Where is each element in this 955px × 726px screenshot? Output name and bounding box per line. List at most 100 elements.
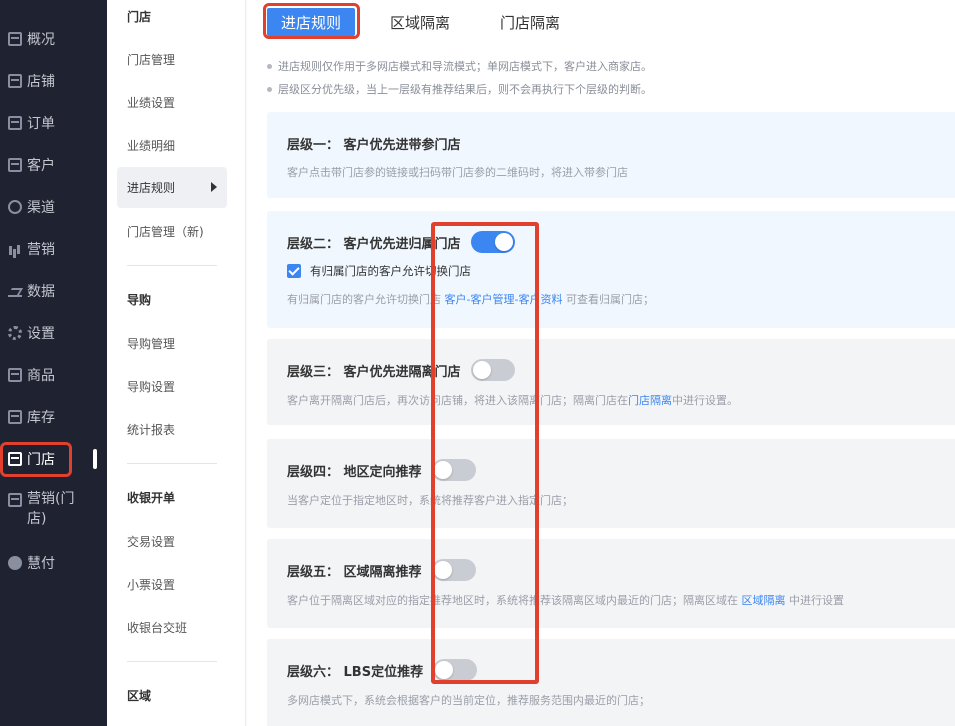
bullet-icon bbox=[267, 86, 272, 92]
divider bbox=[127, 661, 217, 662]
nav-item-data[interactable]: 数据 bbox=[0, 270, 107, 312]
allow-switch-store-checkbox[interactable] bbox=[287, 264, 301, 278]
sub-item-guide-manage[interactable]: 导购管理 bbox=[127, 335, 175, 352]
level-toggle-switch[interactable] bbox=[431, 459, 476, 481]
level-card-6: 层级六： LBS定位推荐 多网店模式下，系统会根据客户的当前定位，推荐服务范围内… bbox=[267, 639, 955, 726]
nav-label: 店铺 bbox=[27, 74, 55, 90]
sub-item-guide-settings[interactable]: 导购设置 bbox=[127, 378, 175, 395]
order-icon bbox=[8, 116, 22, 130]
level-toggle-switch[interactable] bbox=[431, 559, 476, 581]
channel-icon bbox=[8, 200, 22, 214]
dashboard-icon bbox=[8, 32, 22, 46]
level-desc: 多网店模式下，系统会根据客户的当前定位，推荐服务范围内最近的门店； bbox=[287, 694, 650, 707]
sub-item-stats-report[interactable]: 统计报表 bbox=[127, 421, 175, 438]
nav-label: 数据 bbox=[27, 284, 55, 300]
store-icon bbox=[8, 452, 22, 466]
nav-item-channel[interactable]: 渠道 bbox=[0, 186, 107, 228]
sub-item-store-manage-new[interactable]: 门店管理（新) bbox=[127, 223, 204, 240]
shop-icon bbox=[8, 74, 22, 88]
caret-right-icon bbox=[211, 182, 217, 192]
tab-entry-rules[interactable]: 进店规则 bbox=[267, 8, 356, 36]
nav-label: 门店 bbox=[27, 452, 55, 468]
active-indicator bbox=[93, 449, 97, 469]
desc-text: 客户离开隔离门店后，再次访问店铺，将进入该隔离门店；隔离门店在 bbox=[287, 394, 628, 407]
nav-item-pay[interactable]: 慧付 bbox=[0, 542, 107, 584]
level-desc: 客户离开隔离门店后，再次访问店铺，将进入该隔离门店；隔离门店在门店隔离中进行设置… bbox=[287, 392, 738, 408]
section-store: 门店 bbox=[127, 10, 152, 24]
level-title: 层级五： 区域隔离推荐 bbox=[287, 564, 422, 580]
toggle-knob bbox=[433, 561, 452, 579]
tab-region-isolation[interactable]: 区域隔离 bbox=[390, 8, 450, 36]
nav-item-store[interactable]: 门店 bbox=[0, 438, 107, 480]
nav-label: 慧付 bbox=[27, 556, 55, 572]
sub-item-cashier-shift[interactable]: 收银台交班 bbox=[127, 619, 187, 636]
level-toggle-switch[interactable] bbox=[470, 359, 515, 381]
desc-text: 客户位于隔离区域对应的指定推荐地区时，系统将推荐该隔离区域内最近的门店；隔离区域… bbox=[287, 594, 742, 607]
nav-label: 商品 bbox=[27, 368, 55, 384]
tab-store-isolation[interactable]: 门店隔离 bbox=[500, 8, 560, 36]
store-marketing-icon bbox=[8, 493, 22, 507]
nav-item-marketing[interactable]: 营销 bbox=[0, 228, 107, 270]
desc-text: 有归属门店的客户允许切换门店 bbox=[287, 293, 445, 306]
nav-label-line: 店) bbox=[27, 511, 47, 527]
nav-label: 概况 bbox=[27, 32, 55, 48]
region-isolation-link[interactable]: 区域隔离 bbox=[742, 594, 786, 607]
nav-label: 设置 bbox=[27, 326, 55, 342]
bullet-icon bbox=[267, 63, 272, 69]
goods-icon bbox=[8, 368, 22, 382]
customer-profile-link[interactable]: 客户-客户管理-客户资料 bbox=[445, 293, 563, 306]
nav-label: 渠道 bbox=[27, 200, 55, 216]
note-line: 进店规则仅作用于多网店模式和导流模式；单网店模式下，客户进入商家店。 bbox=[267, 58, 652, 74]
nav-item-stock[interactable]: 库存 bbox=[0, 396, 107, 438]
desc-text: 中进行设置 bbox=[785, 594, 844, 607]
note-line: 层级区分优先级，当上一层级有推荐结果后，则不会再执行下个层级的判断。 bbox=[267, 81, 652, 97]
nav-item-order[interactable]: 订单 bbox=[0, 102, 107, 144]
section-guide: 导购 bbox=[127, 293, 152, 307]
sub-item-receipt-settings[interactable]: 小票设置 bbox=[127, 576, 175, 593]
sub-item-store-manage[interactable]: 门店管理 bbox=[127, 51, 175, 68]
toggle-knob bbox=[472, 361, 491, 379]
nav-label: 营销(门 店) bbox=[27, 489, 74, 529]
nav-label: 营销 bbox=[27, 242, 55, 258]
level-toggle-switch[interactable] bbox=[433, 659, 478, 681]
nav-label-line: 营销(门 bbox=[27, 491, 75, 507]
sub-item-label: 进店规则 bbox=[127, 181, 176, 195]
nav-item-settings[interactable]: 设置 bbox=[0, 312, 107, 354]
level-title-row: 层级三： 客户优先进隔离门店 bbox=[287, 359, 515, 381]
nav-item-goods[interactable]: 商品 bbox=[0, 354, 107, 396]
level-desc: 客户位于隔离区域对应的指定推荐地区时，系统将推荐该隔离区域内最近的门店；隔离区域… bbox=[287, 592, 844, 608]
marketing-icon bbox=[8, 242, 22, 256]
toggle-knob bbox=[494, 233, 513, 251]
settings-icon bbox=[8, 326, 22, 340]
sub-item-entry-rules[interactable]: 进店规则 bbox=[117, 167, 227, 208]
level-title-row: 层级四： 地区定向推荐 bbox=[287, 459, 476, 481]
allow-switch-store-row: 有归属门店的客户允许切换门店 bbox=[287, 263, 471, 279]
sub-item-performance-settings[interactable]: 业绩设置 bbox=[127, 94, 175, 111]
level-title-row: 层级六： LBS定位推荐 bbox=[287, 659, 478, 681]
divider bbox=[127, 265, 217, 266]
toggle-knob bbox=[435, 661, 454, 679]
level-card-1: 层级一： 客户优先进带参门店 客户点击带门店参的链接或扫码带门店参的二维码时，将… bbox=[267, 112, 955, 198]
sub-item-performance-detail[interactable]: 业绩明细 bbox=[127, 137, 175, 154]
nav-item-overview[interactable]: 概况 bbox=[0, 18, 107, 60]
level-card-5: 层级五： 区域隔离推荐 客户位于隔离区域对应的指定推荐地区时，系统将推荐该隔离区… bbox=[267, 539, 955, 628]
nav-item-store-marketing[interactable]: 营销(门 店) bbox=[0, 489, 107, 533]
note-text: 进店规则仅作用于多网店模式和导流模式；单网店模式下，客户进入商家店。 bbox=[278, 60, 652, 73]
level-card-3: 层级三： 客户优先进隔离门店 客户离开隔离门店后，再次访问店铺，将进入该隔离门店… bbox=[267, 339, 955, 425]
checkbox-label: 有归属门店的客户允许切换门店 bbox=[310, 264, 471, 278]
store-isolation-link[interactable]: 门店隔离 bbox=[628, 394, 672, 407]
data-icon bbox=[8, 284, 22, 298]
nav-item-customer[interactable]: 客户 bbox=[0, 144, 107, 186]
nav-label: 库存 bbox=[27, 410, 55, 426]
level-card-2: 层级二： 客户优先进归属门店 有归属门店的客户允许切换门店 有归属门店的客户允许… bbox=[267, 211, 955, 328]
level-title-row: 层级五： 区域隔离推荐 bbox=[287, 559, 476, 581]
level-title: 层级二： 客户优先进归属门店 bbox=[287, 236, 461, 252]
nav-item-shop[interactable]: 店铺 bbox=[0, 60, 107, 102]
toggle-knob bbox=[433, 461, 452, 479]
level-toggle-switch[interactable] bbox=[470, 231, 515, 253]
level-title: 层级三： 客户优先进隔离门店 bbox=[287, 364, 461, 380]
sub-item-trade-settings[interactable]: 交易设置 bbox=[127, 533, 175, 550]
section-cashier: 收银开单 bbox=[127, 491, 176, 505]
nav-label: 订单 bbox=[27, 116, 55, 132]
main-sidebar: 概况 店铺 订单 客户 渠道 营销 数据 设置 商品 库存 门店 营销(门 店)… bbox=[0, 0, 107, 726]
